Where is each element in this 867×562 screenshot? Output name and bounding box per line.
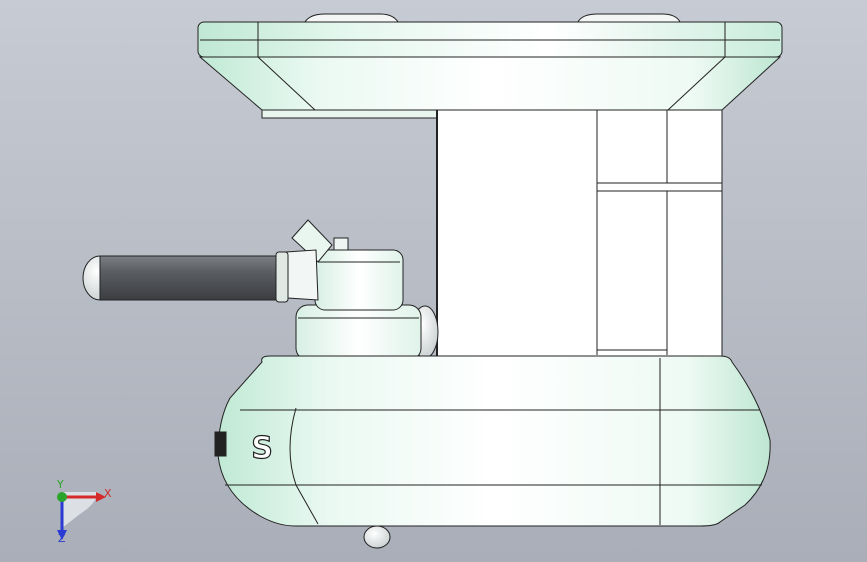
portafilter-handle[interactable] (82, 251, 289, 303)
top-lid[interactable] (197, 13, 783, 119)
y-axis-label: Y (57, 478, 64, 491)
brew-group[interactable] (285, 219, 439, 361)
brand-logo: S (251, 431, 273, 466)
coffee-machine-model[interactable]: S (0, 0, 867, 562)
z-axis-label: Z (58, 532, 66, 545)
machine-base[interactable]: S (214, 355, 771, 549)
x-axis-label: X (104, 487, 112, 500)
coordinate-triad: X Y Z (40, 476, 120, 546)
machine-body[interactable] (436, 109, 723, 361)
graphics-viewport[interactable]: S X Y Z (0, 0, 867, 562)
